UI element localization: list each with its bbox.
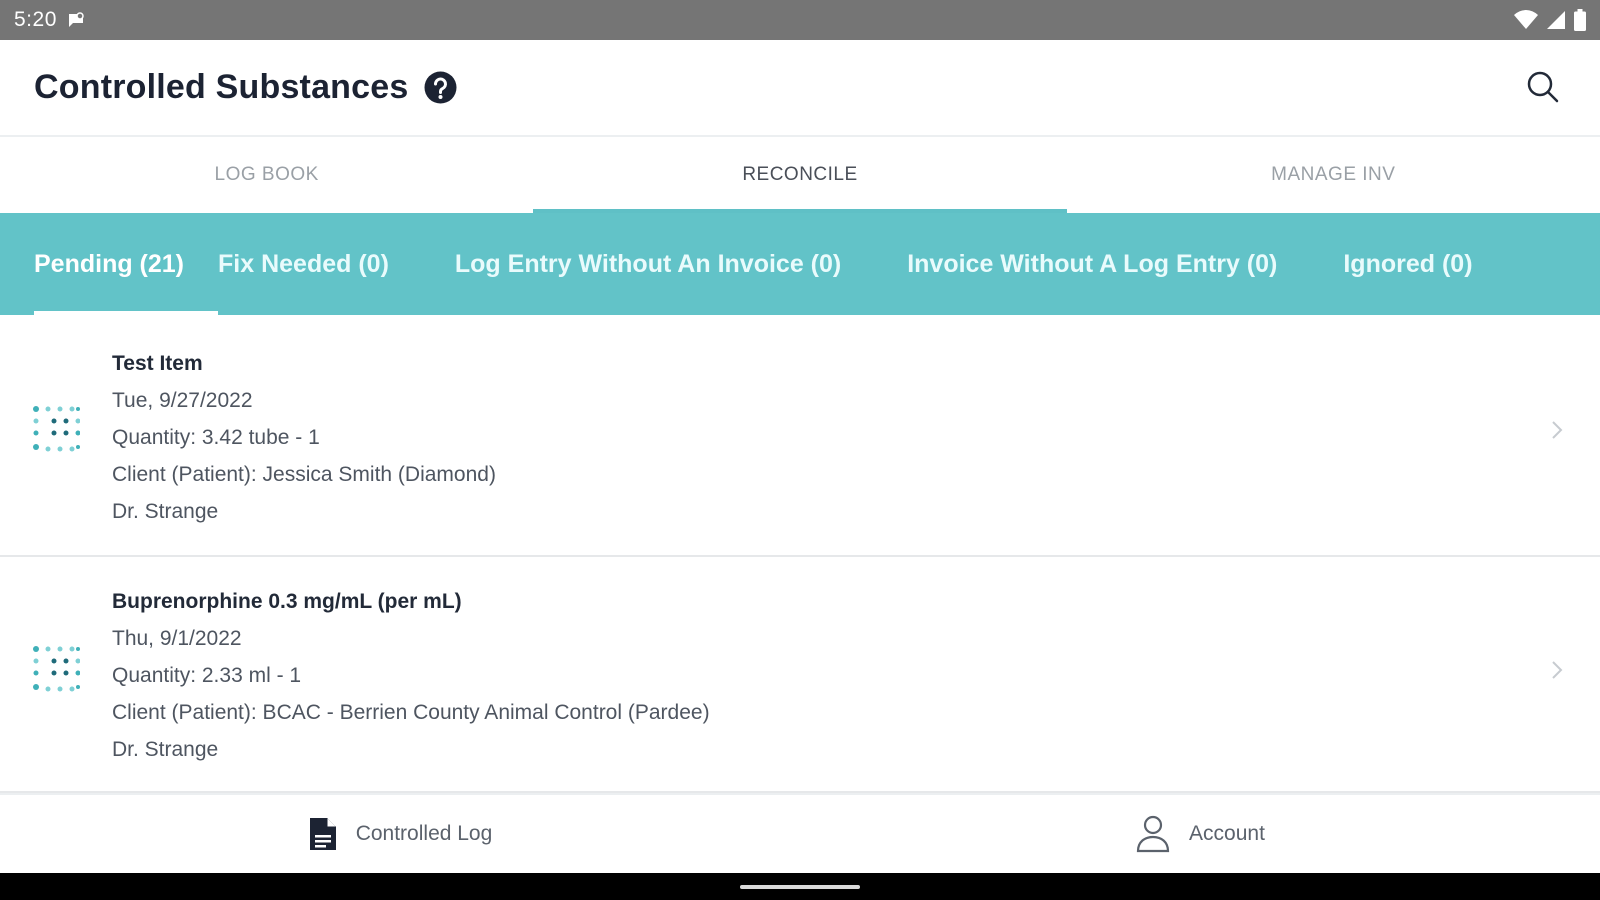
page-title: Controlled Substances bbox=[34, 68, 409, 106]
item-date: Thu, 9/1/2022 bbox=[112, 627, 242, 650]
help-icon[interactable] bbox=[424, 71, 457, 104]
nav-account-label: Account bbox=[1189, 822, 1265, 845]
sub-tab-fix-needed[interactable]: Fix Needed (0) bbox=[218, 213, 389, 315]
reconcile-list: Test Item Tue, 9/27/2022 Quantity: 3.42 … bbox=[0, 315, 1600, 793]
reconcile-sub-tabs: Pending (21) Fix Needed (0) Log Entry Wi… bbox=[0, 213, 1600, 315]
item-date: Tue, 9/27/2022 bbox=[112, 389, 253, 412]
system-navigation-bar bbox=[0, 873, 1600, 900]
wifi-icon bbox=[1514, 10, 1538, 29]
cellular-signal-icon bbox=[1547, 11, 1565, 29]
main-tabs: LOG BOOK RECONCILE MANAGE INV bbox=[0, 135, 1600, 213]
item-quantity: Quantity: 2.33 ml - 1 bbox=[112, 664, 302, 687]
app-bar: Controlled Substances bbox=[0, 40, 1600, 135]
item-client: Client (Patient): Jessica Smith (Diamond… bbox=[112, 463, 496, 486]
status-time: 5:20 bbox=[14, 8, 57, 31]
nav-account[interactable]: Account bbox=[800, 795, 1600, 873]
item-details: Test Item Tue, 9/27/2022 Quantity: 3.42 … bbox=[112, 345, 496, 530]
status-icons bbox=[1514, 9, 1586, 31]
sub-tab-invoice-without-log-entry[interactable]: Invoice Without A Log Entry (0) bbox=[907, 213, 1277, 315]
message-notification-icon bbox=[68, 12, 84, 27]
home-indicator[interactable] bbox=[740, 885, 860, 889]
search-icon[interactable] bbox=[1526, 70, 1560, 104]
item-doctor: Dr. Strange bbox=[112, 500, 219, 523]
tab-reconcile[interactable]: RECONCILE bbox=[533, 137, 1067, 213]
tab-manage-inv[interactable]: MANAGE INV bbox=[1067, 137, 1600, 213]
document-icon bbox=[309, 818, 336, 850]
chevron-right-icon bbox=[1552, 421, 1563, 439]
battery-icon bbox=[1574, 9, 1586, 31]
item-name: Test Item bbox=[112, 352, 203, 375]
nav-controlled-log-label: Controlled Log bbox=[355, 822, 493, 845]
bottom-navigation: Controlled Log Account bbox=[0, 793, 1600, 873]
item-grid-icon bbox=[33, 406, 80, 452]
status-bar: 5:20 bbox=[0, 0, 1600, 40]
item-quantity: Quantity: 3.42 tube - 1 bbox=[112, 426, 320, 449]
chevron-right-icon bbox=[1552, 661, 1563, 679]
item-details: Buprenorphine 0.3 mg/mL (per mL) Thu, 9/… bbox=[112, 583, 710, 768]
person-icon bbox=[1136, 815, 1170, 853]
tab-log-book[interactable]: LOG BOOK bbox=[0, 137, 533, 213]
list-item[interactable]: Test Item Tue, 9/27/2022 Quantity: 3.42 … bbox=[0, 315, 1600, 557]
item-doctor: Dr. Strange bbox=[112, 738, 219, 761]
item-grid-icon bbox=[33, 646, 80, 692]
sub-tab-log-entry-without-invoice[interactable]: Log Entry Without An Invoice (0) bbox=[455, 213, 841, 315]
sub-tab-pending[interactable]: Pending (21) bbox=[34, 213, 219, 315]
nav-controlled-log[interactable]: Controlled Log bbox=[0, 795, 800, 873]
item-client: Client (Patient): BCAC - Berrien County … bbox=[112, 701, 710, 724]
sub-tab-ignored[interactable]: Ignored (0) bbox=[1343, 213, 1472, 315]
list-item[interactable]: Buprenorphine 0.3 mg/mL (per mL) Thu, 9/… bbox=[0, 557, 1600, 793]
item-name: Buprenorphine 0.3 mg/mL (per mL) bbox=[112, 590, 462, 613]
